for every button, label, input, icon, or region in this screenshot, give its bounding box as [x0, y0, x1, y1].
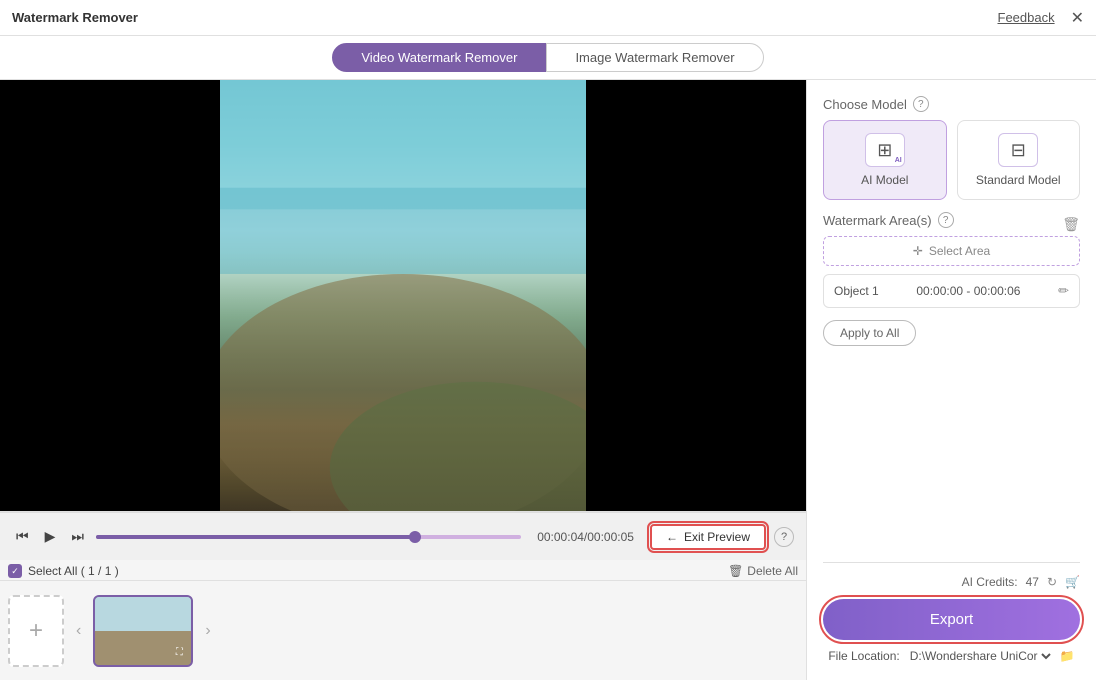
- file-location-row: File Location: D:\Wondershare UniCor 📁: [823, 648, 1080, 664]
- video-left-black: [0, 80, 220, 511]
- expand-icon: ⛶: [171, 645, 187, 661]
- standard-model-label: Standard Model: [976, 173, 1061, 187]
- title-bar: Watermark Remover Feedback ✕: [0, 0, 1096, 36]
- video-area: [0, 80, 806, 511]
- standard-model-card[interactable]: ⊟ Standard Model: [957, 120, 1081, 200]
- right-panel: Choose Model ? ⊞ AI AI Model ⊟ Standard …: [806, 80, 1096, 680]
- video-overlay: [220, 80, 586, 511]
- standard-model-icon: ⊟: [998, 133, 1038, 167]
- app-title: Watermark Remover: [12, 10, 138, 25]
- strip-top: ✓ Select All ( 1 / 1 ) 🗑 Delete All: [0, 560, 806, 580]
- strip-prev-arrow[interactable]: ‹: [72, 618, 85, 644]
- main-layout: ⏮ ▶ ⏭ 00:00:04/00:00:05 ← Exit Preview ?…: [0, 80, 1096, 680]
- select-area-plus-icon: ✛: [913, 244, 923, 258]
- folder-icon[interactable]: 📁: [1060, 649, 1075, 663]
- progress-thumb: [409, 531, 421, 543]
- add-icon: +: [29, 617, 43, 645]
- file-strip: + ‹ ✓ ⛶ ›: [0, 580, 806, 680]
- choose-model-label: Choose Model ?: [823, 96, 1080, 112]
- select-all-label[interactable]: ✓ Select All ( 1 / 1 ): [8, 564, 119, 578]
- select-area-button[interactable]: ✛ Select Area: [823, 236, 1080, 266]
- select-area-label: Select Area: [929, 244, 990, 258]
- time-display: 00:00:04/00:00:05: [537, 530, 634, 544]
- feedback-link[interactable]: Feedback: [998, 10, 1055, 25]
- ai-model-card[interactable]: ⊞ AI AI Model: [823, 120, 947, 200]
- watermark-help-icon[interactable]: ?: [938, 212, 954, 228]
- ai-credits-label: AI Credits:: [962, 575, 1018, 589]
- cart-icon[interactable]: 🛒: [1065, 575, 1080, 589]
- watermark-delete-button[interactable]: 🗑: [1062, 216, 1080, 233]
- delete-all-button[interactable]: 🗑 Delete All: [728, 564, 798, 578]
- ai-model-label: AI Model: [861, 173, 908, 187]
- watermark-areas-section: Watermark Area(s) ? 🗑 ✛ Select Area Obje…: [823, 212, 1080, 308]
- choose-model-section: Choose Model ? ⊞ AI AI Model ⊟ Standard …: [823, 96, 1080, 200]
- delete-all-icon: 🗑: [728, 564, 743, 578]
- play-button[interactable]: ▶: [41, 524, 60, 549]
- ai-credits-value: 47: [1026, 575, 1039, 589]
- file-location-select[interactable]: D:\Wondershare UniCor: [906, 648, 1054, 664]
- object-row-1: Object 1 00:00:00 - 00:00:06 ✏: [823, 274, 1080, 308]
- video-right-black: [586, 80, 806, 511]
- tab-video[interactable]: Video Watermark Remover: [332, 43, 546, 72]
- tab-bar: Video Watermark Remover Image Watermark …: [0, 36, 1096, 80]
- controls-bar: ⏮ ▶ ⏭ 00:00:04/00:00:05 ← Exit Preview ?: [0, 512, 806, 560]
- ai-credits-row: AI Credits: 47 ↻ 🛒: [823, 575, 1080, 589]
- model-cards: ⊞ AI AI Model ⊟ Standard Model: [823, 120, 1080, 200]
- watermark-areas-label: Watermark Area(s) ?: [823, 212, 954, 228]
- close-button[interactable]: ✕: [1071, 8, 1084, 28]
- apply-section: Apply to All: [823, 320, 1080, 346]
- file-thumbnail[interactable]: ✓ ⛶: [93, 595, 193, 667]
- left-panel: ⏮ ▶ ⏭ 00:00:04/00:00:05 ← Exit Preview ?…: [0, 80, 806, 680]
- exit-preview-label: Exit Preview: [684, 530, 750, 544]
- video-frame: [220, 80, 586, 511]
- bottom-right-section: AI Credits: 47 ↻ 🛒 Export File Location:…: [823, 562, 1080, 664]
- prev-button[interactable]: ⏮: [12, 524, 33, 549]
- select-all-checkbox[interactable]: ✓: [8, 564, 22, 578]
- next-button[interactable]: ⏭: [67, 524, 88, 549]
- file-location-label: File Location:: [828, 649, 899, 663]
- add-file-button[interactable]: +: [8, 595, 64, 667]
- progress-track[interactable]: [96, 535, 521, 539]
- video-main: [220, 80, 586, 511]
- apply-to-all-button[interactable]: Apply to All: [823, 320, 916, 346]
- file-section: ⏮ ▶ ⏭ 00:00:04/00:00:05 ← Exit Preview ?…: [0, 511, 806, 680]
- strip-next-arrow[interactable]: ›: [201, 618, 214, 644]
- ai-model-icon: ⊞ AI: [865, 133, 905, 167]
- spacer: [823, 358, 1080, 550]
- select-all-text: Select All ( 1 / 1 ): [28, 564, 119, 578]
- controls-help-button[interactable]: ?: [774, 527, 794, 547]
- tab-image[interactable]: Image Watermark Remover: [546, 43, 763, 72]
- title-right: Feedback ✕: [998, 8, 1085, 28]
- model-help-icon[interactable]: ?: [913, 96, 929, 112]
- object1-edit-button[interactable]: ✏: [1058, 283, 1069, 299]
- delete-all-label: Delete All: [747, 564, 798, 578]
- exit-preview-button[interactable]: ← Exit Preview: [650, 524, 766, 550]
- exit-preview-arrow-icon: ←: [666, 530, 678, 544]
- watermark-header: Watermark Area(s) ? 🗑: [823, 212, 1080, 236]
- export-button[interactable]: Export: [823, 599, 1080, 640]
- refresh-icon[interactable]: ↻: [1047, 575, 1057, 589]
- object1-time: 00:00:00 - 00:00:06: [916, 284, 1020, 298]
- progress-fill: [96, 535, 415, 539]
- object1-label: Object 1: [834, 284, 879, 298]
